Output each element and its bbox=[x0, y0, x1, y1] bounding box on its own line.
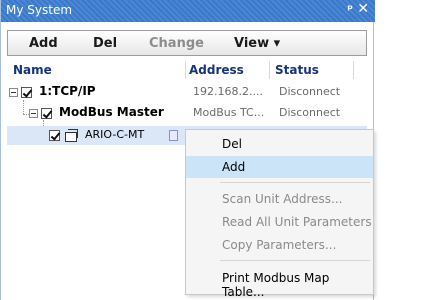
unit-map-icon bbox=[169, 130, 178, 141]
change-button[interactable]: Change bbox=[149, 36, 204, 51]
menu-item-label: Scan Unit Address... bbox=[222, 192, 343, 206]
menu-item-print-modbus-map-table[interactable]: Print Modbus Map Table... bbox=[186, 267, 373, 299]
del-button[interactable]: Del bbox=[93, 36, 117, 51]
menu-item-label: Add bbox=[222, 160, 246, 174]
column-address-header[interactable]: Address bbox=[189, 63, 244, 77]
collapse-toggle-icon[interactable] bbox=[9, 88, 18, 97]
collapse-toggle-icon[interactable] bbox=[29, 109, 38, 118]
pin-icon[interactable]: ᵖ bbox=[347, 2, 353, 16]
menu-item-label: Read All Unit Parameters bbox=[222, 215, 372, 229]
column-divider[interactable] bbox=[353, 61, 354, 79]
column-divider[interactable] bbox=[185, 61, 186, 79]
menu-item-copy-parameters[interactable]: Copy Parameters... bbox=[186, 234, 373, 256]
checkbox-checked[interactable] bbox=[41, 108, 52, 119]
menu-separator bbox=[220, 260, 370, 261]
menu-item-read-all-unit-parameters[interactable]: Read All Unit Parameters bbox=[186, 211, 373, 233]
column-name-header[interactable]: Name bbox=[13, 63, 52, 77]
checkbox-checked[interactable] bbox=[21, 87, 32, 98]
tree-row-tcpip[interactable]: 1:TCP/IP 192.168.2.... Disconnect bbox=[7, 83, 367, 102]
menu-item-add[interactable]: Add bbox=[186, 156, 373, 178]
toolbar: Add Del Change View ▾ bbox=[7, 30, 367, 56]
tree-item-status: Disconnect bbox=[279, 85, 341, 98]
tree-item-address: ModBus TC... bbox=[193, 106, 265, 119]
tree-item-name: ARIO-C-MT bbox=[85, 128, 145, 141]
add-button[interactable]: Add bbox=[29, 36, 58, 51]
tree-item-address: 192.168.2.... bbox=[193, 85, 263, 98]
tree-row-modbus-master[interactable]: ModBus Master ModBus TC... Disconnect bbox=[7, 104, 367, 123]
checkbox-checked[interactable] bbox=[49, 130, 60, 141]
panel-title-bar[interactable]: My System ᵖ ✕ bbox=[1, 0, 375, 22]
close-icon[interactable]: ✕ bbox=[357, 1, 369, 17]
column-divider[interactable] bbox=[269, 61, 270, 79]
view-dropdown-button[interactable]: View ▾ bbox=[234, 36, 280, 51]
tree-item-name: ModBus Master bbox=[59, 105, 164, 119]
context-menu: Del Add Scan Unit Address... Read All Un… bbox=[185, 129, 374, 299]
menu-item-scan-unit-address[interactable]: Scan Unit Address... bbox=[186, 188, 373, 210]
device-icon bbox=[65, 129, 78, 142]
column-status-header[interactable]: Status bbox=[275, 63, 319, 77]
panel-title: My System bbox=[6, 3, 73, 17]
tree-item-status: Disconnect bbox=[279, 106, 341, 119]
menu-item-label: Del bbox=[222, 137, 242, 151]
menu-item-del[interactable]: Del bbox=[186, 133, 373, 155]
menu-item-label: Print Modbus Map Table... bbox=[222, 271, 330, 299]
menu-item-label: Copy Parameters... bbox=[222, 238, 337, 252]
tree-item-name: 1:TCP/IP bbox=[39, 84, 96, 98]
menu-separator bbox=[220, 182, 370, 183]
column-header: Name Address Status bbox=[7, 61, 367, 79]
